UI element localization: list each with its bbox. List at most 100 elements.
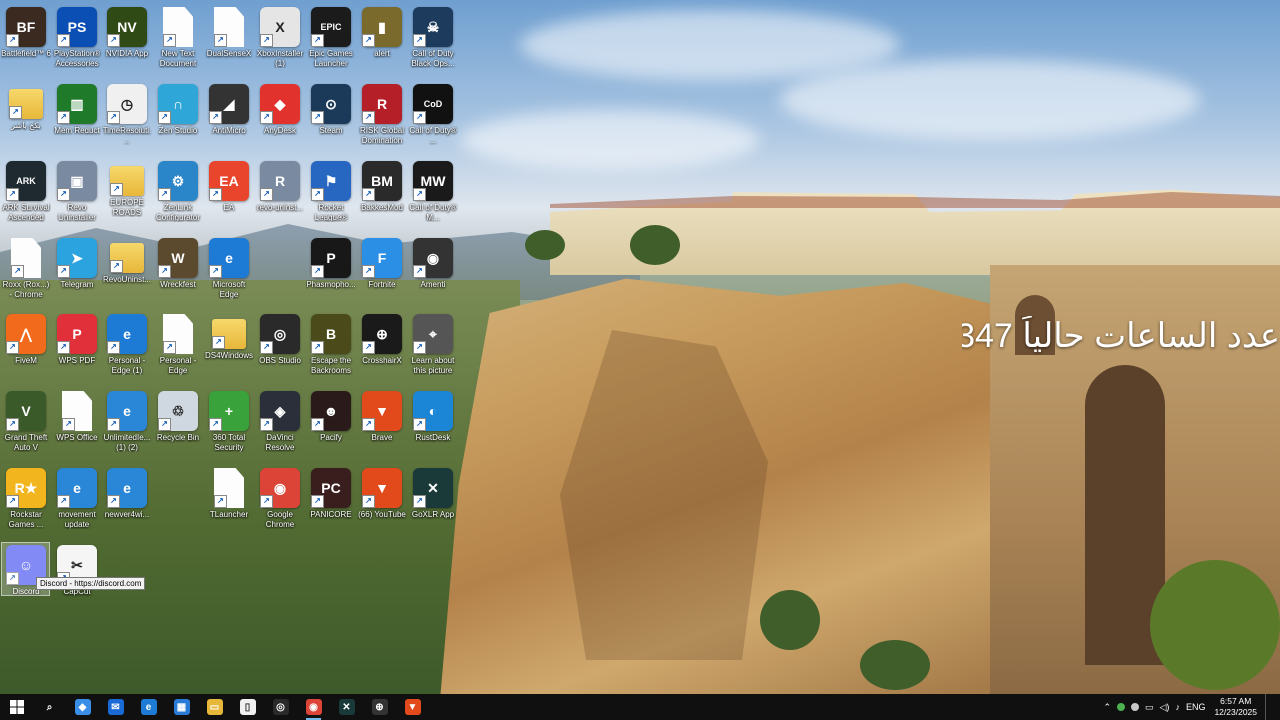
desktop-icon-phasmopho[interactable]: P ↗ Phasmopho...: [306, 235, 356, 309]
search-icon: ⌕: [46, 701, 53, 713]
desktop-icon-wreckfest[interactable]: W ↗ Wreckfest: [153, 235, 203, 309]
app-icon-glyph: ➤: [71, 249, 83, 266]
taskbar-button[interactable]: ◎: [264, 694, 297, 720]
desktop-icon-telegram[interactable]: ➤ ↗ Telegram: [52, 235, 102, 309]
taskbar-button[interactable]: ◉: [297, 694, 330, 720]
desktop-icon-label: Battlefield™ 6: [1, 49, 51, 58]
taskbar-button[interactable]: ▼: [396, 694, 429, 720]
taskbar-button[interactable]: ▭: [198, 694, 231, 720]
desktop-icon-obs-studio[interactable]: ◎ ↗ OBS Studio: [255, 311, 305, 385]
shortcut-arrow-icon: ↗: [362, 111, 375, 124]
network-icon[interactable]: ▭: [1145, 702, 1154, 713]
desktop-icon-europe-roads[interactable]: ↗ EUROPE ROADS: [102, 158, 152, 232]
desktop-icon-steam[interactable]: ⊙ ↗ Steam: [306, 81, 356, 155]
desktop-icon-bakkesmod[interactable]: BM ↗ BakkesMod: [357, 158, 407, 232]
desktop-icon-ds4windows[interactable]: ↗ DS4Windows: [204, 311, 254, 385]
desktop-icon-call-of-duty-m[interactable]: MW ↗ Call of Duty® M...: [408, 158, 458, 232]
taskbar-button[interactable]: ✉: [99, 694, 132, 720]
desktop-icon-panicore[interactable]: PC ↗ PANICORE: [306, 465, 356, 539]
desktop-icon-escape-the-backrooms[interactable]: B ↗ Escape the Backrooms: [306, 311, 356, 385]
shortcut-arrow-icon: ↗: [311, 265, 324, 278]
desktop-icon-timeresoluti[interactable]: ◷ ↗ TimeResoluti...: [102, 81, 152, 155]
desktop-icon-label: Revo Uninstaller: [58, 203, 96, 222]
app-icon-glyph: e: [123, 326, 131, 342]
desktop-icon-dualsensex[interactable]: ↗ DualSenseX: [204, 4, 254, 78]
desktop-icon-anydesk[interactable]: ◆ ↗ AnyDesk: [255, 81, 305, 155]
nvidia-tray-icon[interactable]: [1131, 703, 1139, 711]
desktop-icon-antimicro[interactable]: ◢ ↗ AntiMicro: [204, 81, 254, 155]
desktop-icon-learn-about-this-picture[interactable]: ⌖ ↗ Learn about this picture: [408, 311, 458, 385]
desktop-icon-new-text-document[interactable]: ↗ New Text Document: [153, 4, 203, 78]
desktop-icon-alert[interactable]: ▮ ↗ alert: [357, 4, 407, 78]
desktop-icon-google-chrome[interactable]: ◉ ↗ Google Chrome: [255, 465, 305, 539]
desktop-icon-movement-update[interactable]: e ↗ movement update: [52, 465, 102, 539]
desktop-icon-fortnite[interactable]: F ↗ Fortnite: [357, 235, 407, 309]
desktop-icon-label: PANICORE: [310, 510, 352, 519]
desktop-icon-fivem[interactable]: ⋀ ↗ FiveM: [1, 311, 51, 385]
desktop-icon-call-of-duty[interactable]: CoD ↗ Call of Duty® ...: [408, 81, 458, 155]
desktop-icon-grand-theft-auto-v[interactable]: V ↗ Grand Theft Auto V: [1, 388, 51, 462]
desktop-icon-recycle-bin[interactable]: ♲ ↗ Recycle Bin: [153, 388, 203, 462]
taskbar-button[interactable]: ▦: [165, 694, 198, 720]
desktop-icon-label: Rocket League®: [314, 203, 348, 222]
desktop-icon-rocket-league[interactable]: ⚑ ↗ Rocket League®: [306, 158, 356, 232]
shortcut-arrow-icon: ↗: [362, 341, 375, 354]
desktop-icon-crosshairx[interactable]: ⊕ ↗ CrosshairX: [357, 311, 407, 385]
desktop-icon-unlimitedie-1-2[interactable]: e ↗ UnlimitedIe... (1) (2): [102, 388, 152, 462]
shortcut-arrow-icon: ↗: [158, 111, 171, 124]
desktop-icon-epic-games-launcher[interactable]: EPIC ↗ Epic Games Launcher: [306, 4, 356, 78]
desktop-icon-nvidia-app[interactable]: NV ↗ NVIDIA App: [102, 4, 152, 78]
desktop-icon-revo-uninstaller[interactable]: ▣ ↗ Revo Uninstaller: [52, 158, 102, 232]
taskbar-button[interactable]: ⌕: [33, 694, 66, 720]
desktop-icon-zenlink-configurator[interactable]: ⚙ ↗ ZenLink Configurator: [153, 158, 203, 232]
desktop-icon-label: Personal - Edge: [159, 356, 197, 375]
clock[interactable]: 6:57 AM 12/23/2025: [1214, 696, 1257, 718]
desktop-icon-xboxinstaller-1[interactable]: X ↗ XboxInstaller (1): [255, 4, 305, 78]
taskbar-button[interactable]: ◆: [66, 694, 99, 720]
shortcut-arrow-icon: ↗: [214, 495, 227, 508]
desktop-icon-revo-uninst[interactable]: R ↗ revo-uninst...: [255, 158, 305, 232]
desktop-icon-wps-pdf[interactable]: P ↗ WPS PDF: [52, 311, 102, 385]
language-indicator[interactable]: ENG: [1186, 702, 1206, 712]
desktop-icon-newver4wi[interactable]: e ↗ newver4wi...: [102, 465, 152, 539]
desktop-icon-microsoft-edge[interactable]: e ↗ Microsoft Edge: [204, 235, 254, 309]
start-button[interactable]: [0, 694, 33, 720]
taskbar-button[interactable]: ✕: [330, 694, 363, 720]
security-status-icon[interactable]: [1117, 703, 1125, 711]
taskbar-button[interactable]: ▯: [231, 694, 264, 720]
desktop-icon-davinci-resolve[interactable]: ◈ ↗ DaVinci Resolve: [255, 388, 305, 462]
desktop-icon-goxlr-app[interactable]: ✕ ↗ GoXLR App: [408, 465, 458, 539]
show-desktop-button[interactable]: [1265, 694, 1280, 720]
desktop-icon-[interactable]: ↗ بكج باشر: [1, 81, 51, 155]
desktop-icon-ea[interactable]: EA ↗ EA: [204, 158, 254, 232]
app-icon-glyph: ☻: [323, 403, 339, 419]
mic-icon[interactable]: ♪: [1175, 702, 1180, 712]
desktop-icon-ark-survival-ascended[interactable]: ARK ↗ ARK Survival Ascended: [1, 158, 51, 232]
desktop-icon-personal-edge[interactable]: ↗ Personal - Edge: [153, 311, 203, 385]
shortcut-arrow-icon: ↗: [57, 495, 70, 508]
desktop-icon-66-youtube[interactable]: ▼ ↗ (66) YouTube: [357, 465, 407, 539]
chevron-up-icon[interactable]: ⌃: [1103, 702, 1111, 713]
volume-icon[interactable]: ◁): [1160, 702, 1170, 713]
cloud: [780, 60, 1200, 140]
desktop-icon-playstation-accessories[interactable]: PS ↗ PlayStation® Accessories: [52, 4, 102, 78]
desktop-icon-call-of-duty-black-ops[interactable]: ☠ ↗ Call of Duty Black Ops...: [408, 4, 458, 78]
desktop-icon-revouninst[interactable]: ↗ RevoUninst...: [102, 235, 152, 309]
desktop-icon-pacify[interactable]: ☻ ↗ Pacify: [306, 388, 356, 462]
desktop-icon-battlefield-6[interactable]: BF ↗ Battlefield™ 6: [1, 4, 51, 78]
desktop-icon-rustdesk[interactable]: ◐ ↗ RustDesk: [408, 388, 458, 462]
desktop-icon-wps-office[interactable]: ↗ WPS Office: [52, 388, 102, 462]
taskbar-button[interactable]: e: [132, 694, 165, 720]
desktop-icon-mem-reduct[interactable]: ▥ ↗ Mem Reduct: [52, 81, 102, 155]
desktop-icon-roxx-rox-chrome[interactable]: ↗ Roxx (Rox...) - Chrome: [1, 235, 51, 309]
desktop-icon-personal-edge-1[interactable]: e ↗ Personal - Edge (1): [102, 311, 152, 385]
desktop-icon-amenti[interactable]: ◉ ↗ Amenti: [408, 235, 458, 309]
desktop-icon-rockstar-games[interactable]: R★ ↗ Rockstar Games ...: [1, 465, 51, 539]
desktop-icon-360-total-security[interactable]: + ↗ 360 Total Security: [204, 388, 254, 462]
desktop-icon-brave[interactable]: ▼ ↗ Brave: [357, 388, 407, 462]
app-icon: ⊕ ↗: [362, 314, 402, 354]
desktop-icon-risk-global-domination[interactable]: R ↗ RISK Global Domination: [357, 81, 407, 155]
desktop-icon-zen-studio[interactable]: ∩ ↗ Zen Studio: [153, 81, 203, 155]
desktop-icon-tlauncher[interactable]: ↗ TLauncher: [204, 465, 254, 539]
taskbar-button[interactable]: ⊕: [363, 694, 396, 720]
